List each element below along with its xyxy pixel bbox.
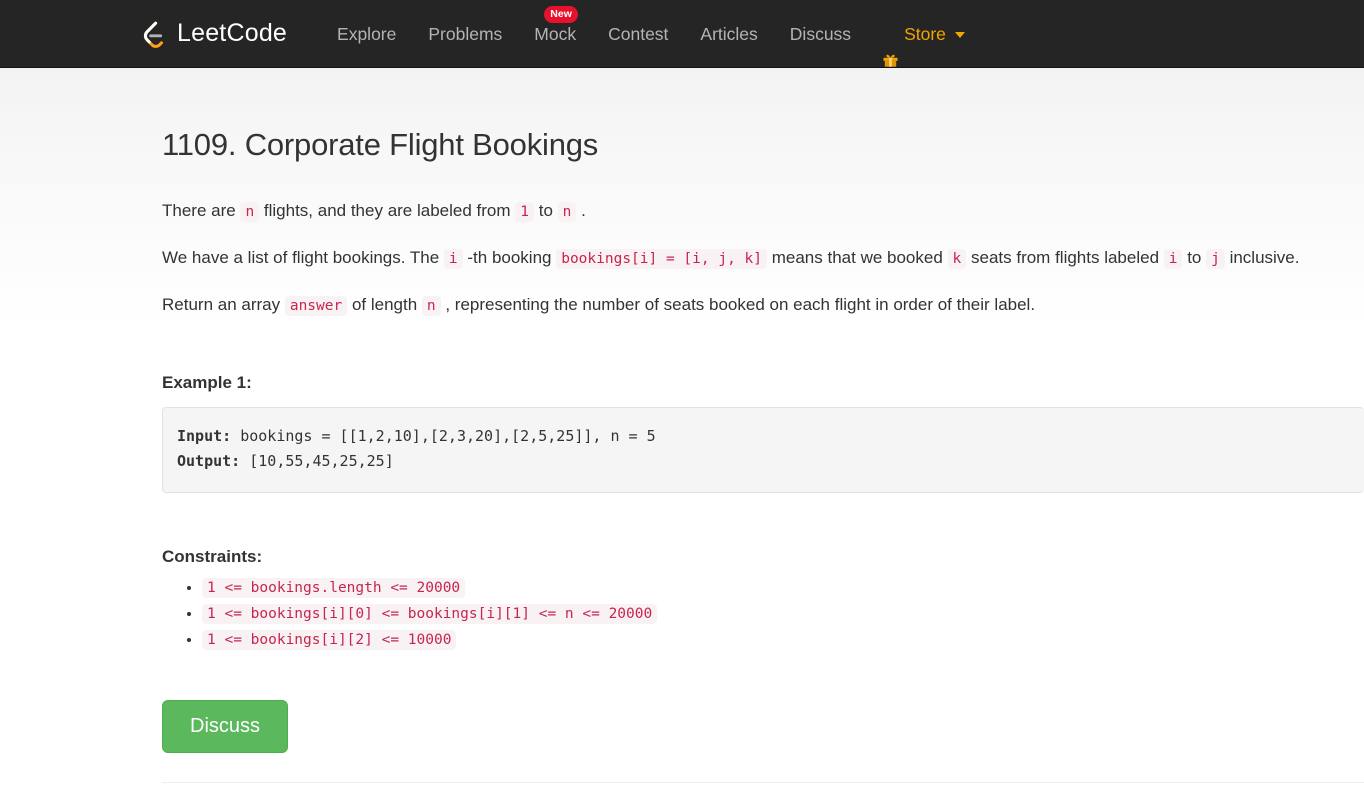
nav-link-store[interactable]: Store <box>867 0 981 68</box>
inline-code-n: n <box>240 202 260 222</box>
nav-item-problems[interactable]: Problems <box>412 0 518 68</box>
problem-paragraph-2: We have a list of flight bookings. The i… <box>162 225 1362 272</box>
nav-link-problems[interactable]: Problems <box>412 0 518 68</box>
nav-item-explore[interactable]: Explore <box>321 0 412 68</box>
inline-code-answer: answer <box>284 296 348 316</box>
inline-code-bookings-def: bookings[i] = [i, j, k] <box>556 249 768 269</box>
constraint-code-2: 1 <= bookings[i][0] <= bookings[i][1] <=… <box>202 604 658 624</box>
problem-paragraph-3: Return an array answer of length n , rep… <box>162 272 1362 319</box>
example-output-value: [10,55,45,25,25] <box>240 452 394 470</box>
store-label: Store <box>904 23 946 44</box>
nav-item-articles[interactable]: Articles <box>684 0 773 68</box>
example-output-label: Output: <box>177 452 241 470</box>
paragraph2-text-5: to <box>1182 248 1207 267</box>
inline-code-n-3: n <box>421 296 441 316</box>
paragraph2-text-2: -th booking <box>462 248 557 267</box>
page-title: 1109. Corporate Flight Bookings <box>162 127 599 162</box>
paragraph2-text-3: means that we booked <box>767 248 948 267</box>
nav-item-discuss[interactable]: Discuss <box>774 0 867 68</box>
inline-code-j: j <box>1206 249 1225 269</box>
nav-link-explore[interactable]: Explore <box>321 0 412 68</box>
paragraph2-text-4: seats from flights labeled <box>966 248 1164 267</box>
paragraph1-text-4: . <box>576 201 586 220</box>
inline-code-i: i <box>443 249 463 269</box>
paragraph1-text-1: There are <box>162 201 241 220</box>
inline-code-i-2: i <box>1163 249 1183 269</box>
leetcode-logo-icon <box>138 19 168 49</box>
paragraph3-text-3: , representing the number of seats booke… <box>440 295 1036 314</box>
example-code-block: Input: bookings = [[1,2,10],[2,3,20],[2,… <box>162 407 1364 493</box>
paragraph3-text-1: Return an array <box>162 295 285 314</box>
top-navbar: LeetCode Explore Problems Mock New Conte… <box>0 0 1364 68</box>
nav-link-articles[interactable]: Articles <box>684 0 773 68</box>
leetcode-brand-link[interactable]: LeetCode <box>138 19 287 49</box>
discuss-button[interactable]: Discuss <box>162 700 289 753</box>
nav-link-contest[interactable]: Contest <box>592 0 684 68</box>
inline-code-n-2: n <box>557 202 577 222</box>
nav-item-contest[interactable]: Contest <box>592 0 684 68</box>
brand-label: LeetCode <box>177 19 288 47</box>
nav-link-discuss[interactable]: Discuss <box>774 0 867 68</box>
example-heading: Example 1: <box>162 373 252 392</box>
content-divider <box>162 782 1364 783</box>
inline-code-one: 1 <box>515 202 534 222</box>
new-badge: New <box>544 5 578 23</box>
paragraph1-text-3: to <box>534 201 558 220</box>
constraint-code-1: 1 <= bookings.length <= 20000 <box>202 578 466 598</box>
gift-icon <box>883 27 898 67</box>
constraint-code-3: 1 <= bookings[i][2] <= 10000 <box>202 630 457 650</box>
example-input-label: Input: <box>177 427 232 445</box>
inline-code-k: k <box>947 249 967 269</box>
paragraph2-text-1: We have a list of flight bookings. The <box>162 248 444 267</box>
chevron-down-icon <box>954 31 965 38</box>
nav-links-list: Explore Problems Mock New Contest Articl… <box>321 0 981 68</box>
constraints-heading: Constraints: <box>162 547 263 566</box>
problem-paragraph-1: There are n flights, and they are labele… <box>162 163 1362 225</box>
list-item: 1 <= bookings[i][0] <= bookings[i][1] <=… <box>202 604 1364 624</box>
paragraph2-text-6: inclusive. <box>1224 248 1300 267</box>
paragraph3-text-2: of length <box>347 295 422 314</box>
list-item: 1 <= bookings.length <= 20000 <box>202 578 1364 598</box>
constraints-list: 1 <= bookings.length <= 20000 1 <= booki… <box>162 578 1364 650</box>
problem-content: 1109. Corporate Flight Bookings There ar… <box>0 68 1364 783</box>
list-item: 1 <= bookings[i][2] <= 10000 <box>202 630 1364 650</box>
example-input-value: bookings = [[1,2,10],[2,3,20],[2,5,25]],… <box>231 427 656 445</box>
paragraph1-text-2: flights, and they are labeled from <box>259 201 516 220</box>
nav-item-mock[interactable]: Mock New <box>518 0 592 68</box>
nav-item-store[interactable]: Store <box>867 0 981 68</box>
